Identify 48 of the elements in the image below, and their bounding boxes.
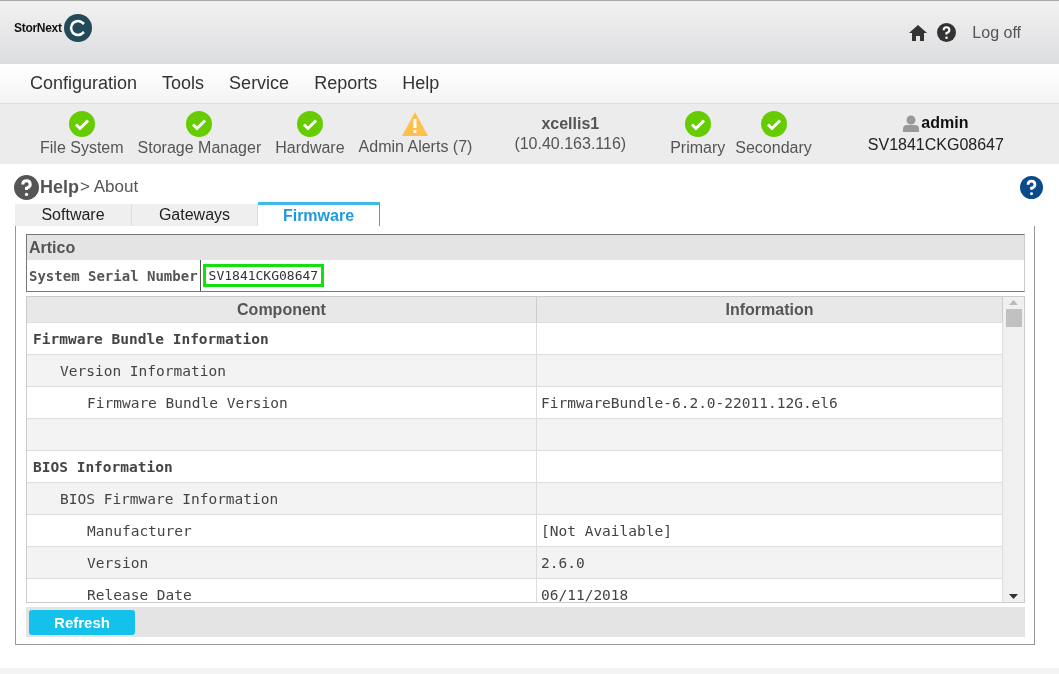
column-header: Component xyxy=(27,297,537,322)
scrollbar-thumb[interactable] xyxy=(1005,309,1022,327)
log-off-link[interactable]: Log off xyxy=(972,23,1021,42)
tab[interactable]: Software xyxy=(15,204,132,226)
check-circle-icon xyxy=(186,111,213,137)
help-icon[interactable] xyxy=(1020,175,1043,199)
status-label: Storage Manager xyxy=(137,139,262,157)
check-circle-icon xyxy=(684,111,711,137)
serial-label: System Serial Number xyxy=(27,260,201,291)
check-circle-icon xyxy=(296,111,323,137)
table-cell: Manufacturer xyxy=(27,515,537,546)
help-icon xyxy=(14,174,39,200)
breadcrumb-section: Help xyxy=(40,176,79,198)
system-address: (10.40.163.116) xyxy=(514,135,627,153)
status-label: Admin Alerts (7) xyxy=(358,138,473,156)
user-name: admin xyxy=(921,114,969,132)
table-cell: BIOS Information xyxy=(27,451,537,482)
menu-item[interactable]: Tools xyxy=(162,73,205,94)
column-header: Information xyxy=(537,297,1003,322)
menu-item[interactable]: Configuration xyxy=(30,73,138,94)
table-cell: Version Information xyxy=(27,355,537,386)
system-name: xcellis1 xyxy=(541,115,600,133)
logo-text: StorNext xyxy=(14,21,62,35)
user-serial: SV1841CKG08647 xyxy=(867,136,1004,154)
home-icon[interactable] xyxy=(909,24,928,41)
status-label: Hardware xyxy=(275,139,345,157)
table-cell: Firmware Bundle Information xyxy=(27,323,537,354)
table-cell: BIOS Firmware Information xyxy=(27,483,537,514)
tab[interactable]: Gateways xyxy=(132,204,258,226)
logo-icon xyxy=(63,14,92,42)
user-icon xyxy=(903,114,920,132)
system-title: Artico xyxy=(27,235,1024,260)
down-arrow-icon[interactable] xyxy=(1009,594,1018,599)
scrollbar[interactable] xyxy=(1003,297,1024,602)
help-icon[interactable] xyxy=(937,23,957,42)
table-cell: Firmware Bundle Version xyxy=(27,387,537,418)
status-label: File System xyxy=(40,139,124,157)
check-circle-icon xyxy=(68,111,95,137)
menu-item[interactable]: Reports xyxy=(314,73,378,94)
node-label: Primary xyxy=(670,139,726,157)
node-label: Secondary xyxy=(735,139,812,157)
menu-item[interactable]: Service xyxy=(229,73,290,94)
check-circle-icon xyxy=(760,111,787,137)
menu-item[interactable]: Help xyxy=(402,73,440,94)
table-cell: Version xyxy=(27,547,537,578)
breadcrumb-page: > About xyxy=(80,177,139,197)
serial-value: SV1841CKG08647 xyxy=(202,264,325,287)
warning-icon xyxy=(402,112,429,136)
